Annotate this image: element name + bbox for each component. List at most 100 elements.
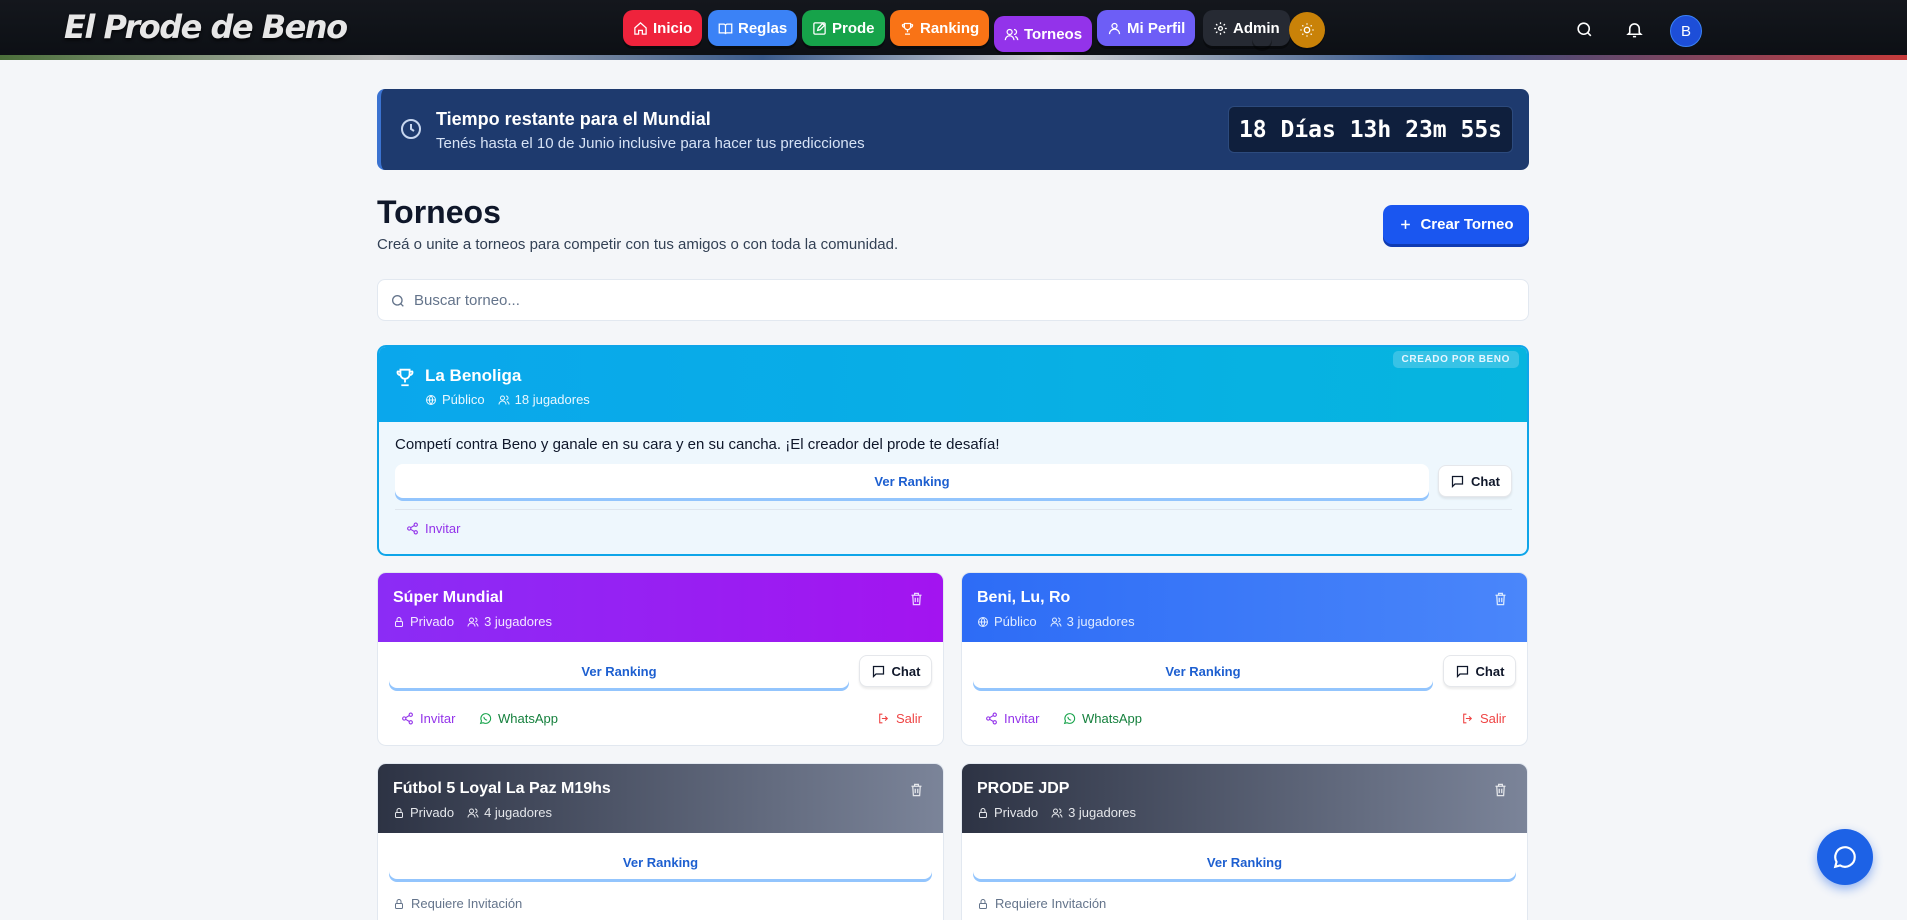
tournament-name: Beni, Lu, Ro — [977, 589, 1071, 606]
search-input[interactable] — [414, 280, 1514, 320]
nav-ranking[interactable]: Ranking — [890, 10, 990, 46]
invite-button[interactable]: Invitar — [406, 521, 460, 536]
nav-admin[interactable]: Admin — [1203, 10, 1290, 46]
tournament-card: PRODE JDP Privado 3 jugadores Ver Rankin… — [961, 763, 1528, 920]
divider — [395, 509, 1512, 510]
page-title: Torneos — [377, 194, 501, 230]
nav-reglas[interactable]: Reglas — [708, 10, 798, 46]
visibility-label: Privado — [994, 805, 1039, 820]
view-ranking-button[interactable]: Ver Ranking — [973, 654, 1433, 688]
invite-label: Invitar — [1004, 711, 1040, 726]
tournament-card: Súper Mundial Privado 3 jugadores Ver Ra… — [377, 572, 944, 746]
nav-mi-perfil-label: Mi Perfil — [1127, 19, 1186, 37]
nav-mi-perfil[interactable]: Mi Perfil — [1097, 10, 1196, 46]
whatsapp-button[interactable]: WhatsApp — [1063, 711, 1142, 726]
gear-icon — [1214, 21, 1227, 35]
countdown-subtitle: Tenés hasta el 10 de Junio inclusive par… — [436, 135, 865, 152]
nav-torneos[interactable]: Torneos — [994, 16, 1093, 52]
globe-icon — [978, 616, 988, 627]
view-ranking-button[interactable]: Ver Ranking — [389, 845, 932, 879]
edit-icon — [813, 21, 826, 35]
create-tournament-label: Crear Torneo — [1420, 216, 1514, 233]
brand-logo[interactable]: El Prode de Beno — [64, 8, 348, 46]
whatsapp-icon — [1063, 713, 1076, 725]
user-icon — [1108, 22, 1121, 34]
tournament-name: Súper Mundial — [393, 589, 504, 606]
view-ranking-button[interactable]: Ver Ranking — [973, 845, 1516, 879]
trash-icon[interactable] — [909, 591, 924, 607]
players-count: 3 jugadores — [1068, 805, 1137, 820]
lock-icon — [395, 807, 403, 818]
players-count: 3 jugadores — [484, 614, 553, 629]
avatar[interactable]: B — [1670, 15, 1702, 47]
users-icon — [1050, 617, 1062, 627]
logout-icon — [879, 713, 889, 724]
chat-label: Chat — [1471, 473, 1500, 489]
whatsapp-button[interactable]: WhatsApp — [479, 711, 558, 726]
whatsapp-label: WhatsApp — [1082, 711, 1142, 726]
logout-icon — [1463, 713, 1473, 724]
chat-icon — [1451, 475, 1464, 488]
lock-icon — [979, 807, 987, 818]
invite-label: Invitar — [420, 711, 456, 726]
nav-torneos-label: Torneos — [1024, 25, 1083, 43]
search-button[interactable] — [1570, 15, 1598, 43]
requires-invitation-label: Requiere Invitación — [995, 896, 1107, 911]
invite-button[interactable]: Invitar — [985, 711, 1039, 726]
trash-icon[interactable] — [1493, 782, 1508, 798]
search-box — [377, 279, 1529, 321]
lock-icon — [979, 898, 987, 909]
invite-button[interactable]: Invitar — [401, 711, 455, 726]
creator-badge: CREADO POR BENO — [1392, 351, 1519, 368]
theme-toggle[interactable] — [1252, 12, 1272, 48]
view-ranking-button[interactable]: Ver Ranking — [389, 654, 849, 688]
tournament-name: PRODE JDP — [977, 780, 1070, 797]
nav-prode[interactable]: Prode — [802, 10, 885, 46]
lock-icon — [395, 898, 403, 909]
users-icon — [1051, 808, 1063, 818]
sun-icon — [1300, 23, 1314, 37]
search-icon — [1576, 21, 1591, 36]
requires-invitation: Requiere Invitación — [977, 896, 1106, 911]
requires-invitation-label: Requiere Invitación — [411, 896, 523, 911]
trash-icon[interactable] — [909, 782, 924, 798]
nav-inicio-label: Inicio — [653, 19, 693, 37]
tournament-meta: Privado 3 jugadores — [393, 614, 552, 629]
plus-icon — [1401, 220, 1411, 229]
featured-meta: Público 18 jugadores — [425, 392, 590, 407]
tournament-card-header: Súper Mundial Privado 3 jugadores — [378, 573, 943, 642]
share-icon — [407, 522, 418, 535]
leave-label: Salir — [1480, 711, 1507, 726]
visibility-label: Público — [442, 392, 485, 407]
leave-button[interactable]: Salir — [1461, 711, 1506, 726]
leave-button[interactable]: Salir — [877, 711, 922, 726]
notifications-button[interactable] — [1620, 15, 1648, 43]
theme-toggle-button[interactable] — [1289, 12, 1325, 48]
chat-icon — [1456, 665, 1468, 678]
view-ranking-button[interactable]: Ver Ranking — [395, 464, 1429, 498]
chat-button[interactable]: Chat — [1443, 655, 1516, 687]
nav-reglas-label: Reglas — [738, 19, 788, 37]
requires-invitation: Requiere Invitación — [393, 896, 522, 911]
players-count: 18 jugadores — [514, 392, 590, 407]
trash-icon[interactable] — [1493, 591, 1508, 607]
invite-label: Invitar — [425, 521, 461, 536]
chat-button[interactable]: Chat — [859, 655, 932, 687]
countdown-title: Tiempo restante para el Mundial — [436, 109, 711, 129]
floating-chat-button[interactable] — [1817, 829, 1873, 885]
message-circle-icon — [1833, 846, 1856, 869]
whatsapp-label: WhatsApp — [498, 711, 558, 726]
nav-prode-label: Prode — [832, 19, 875, 37]
players-count: 4 jugadores — [484, 805, 553, 820]
nav-inicio[interactable]: Inicio — [623, 10, 703, 46]
bell-icon — [1625, 22, 1643, 37]
users-icon — [1004, 28, 1019, 40]
featured-description: Competí contra Beno y ganale en su cara … — [395, 436, 1000, 453]
lock-icon — [395, 616, 403, 627]
tournament-meta: Privado 3 jugadores — [977, 805, 1136, 820]
tournament-meta: Público 3 jugadores — [977, 614, 1135, 629]
chat-button[interactable]: Chat — [1438, 465, 1512, 497]
search-icon — [392, 295, 404, 307]
users-icon — [467, 617, 479, 627]
create-tournament-button[interactable]: Crear Torneo — [1383, 205, 1529, 244]
